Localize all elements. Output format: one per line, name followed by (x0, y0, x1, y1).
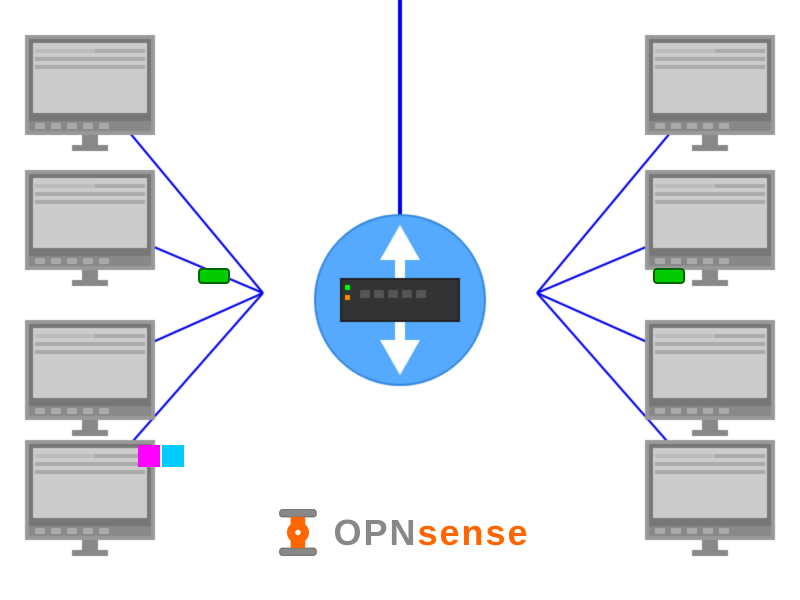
opnsense-text: OPNsense (333, 512, 529, 554)
opnsense-logo: OPNsense (270, 505, 529, 560)
pink-square (138, 445, 160, 467)
switch-right-label (653, 268, 685, 284)
cyan-square (162, 445, 184, 467)
opnsense-icon (270, 505, 325, 560)
switch-left-label (198, 268, 230, 284)
color-squares (138, 445, 184, 467)
